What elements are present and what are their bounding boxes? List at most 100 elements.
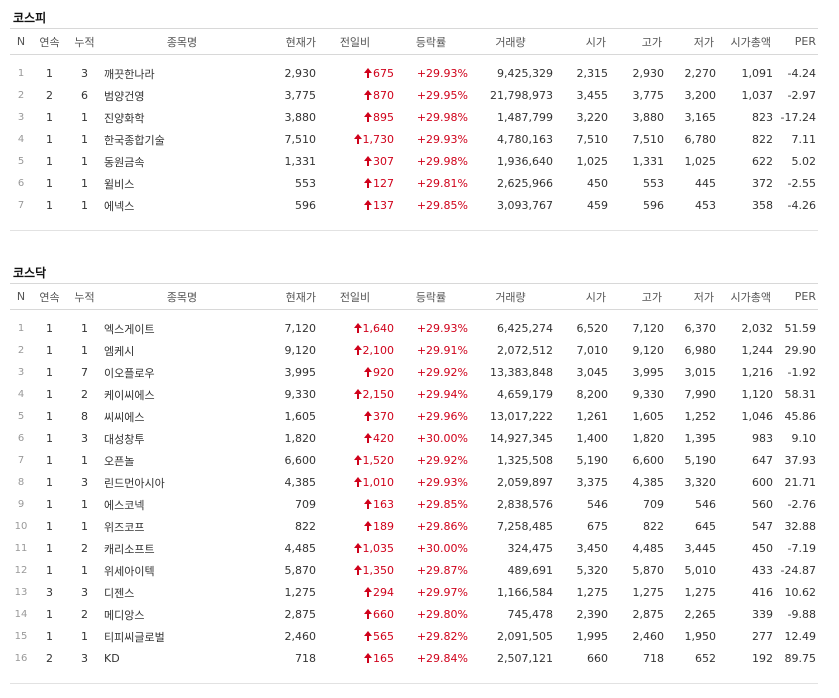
cell-mcap: 2,032: [741, 322, 774, 335]
cell-consec: 1: [46, 322, 53, 335]
cell-rate: +29.82%: [416, 630, 468, 643]
stock-name-link[interactable]: 캐리소프트: [102, 538, 262, 560]
cell-low: 2,270: [684, 67, 717, 80]
stock-name-link[interactable]: 한국종합기술: [102, 129, 262, 151]
cell-cum: 3: [81, 67, 88, 80]
kospi-section: 코스피 N 연속 누적 종목명 현재가 전일비 등락률 거래량 시가 고가 저가 시가총액 PER 11…: [10, 8, 818, 231]
cell-cum: 7: [81, 366, 88, 379]
cell-mcap: 823: [752, 111, 773, 124]
cell-consec: 1: [46, 608, 53, 621]
cell-rate: +29.92%: [416, 454, 468, 467]
cell-cum: 1: [81, 322, 88, 335]
cell-rate: +29.95%: [416, 89, 468, 102]
stock-name-link[interactable]: 진양화학: [102, 107, 262, 129]
cell-n: 3: [17, 112, 25, 123]
cell-mcap: 1,046: [741, 410, 774, 423]
stock-name-link[interactable]: 대성창투: [102, 428, 262, 450]
cell-high: 7,510: [632, 133, 665, 146]
cell-open: 459: [587, 199, 608, 212]
stock-name-link[interactable]: 에스코넥: [102, 494, 262, 516]
stock-name-link[interactable]: KD: [102, 648, 262, 670]
stock-name-link[interactable]: 위즈코프: [102, 516, 262, 538]
stock-name-link[interactable]: 엑스게이트: [102, 318, 262, 340]
stock-name-link[interactable]: 에넥스: [102, 195, 262, 217]
cell-high: 9,120: [632, 344, 665, 357]
cell-n: 14: [14, 609, 28, 620]
cell-open: 5,320: [576, 564, 609, 577]
cell-per: 89.75: [784, 652, 817, 665]
stock-name-link[interactable]: 엠케시: [102, 340, 262, 362]
stock-name-link[interactable]: 디젠스: [102, 582, 262, 604]
cell-change: 420: [316, 428, 394, 450]
column-header: 시가총액: [716, 283, 773, 310]
change-value: 1,730: [362, 133, 395, 146]
up-arrow-icon: [353, 389, 362, 399]
cell-mcap: 358: [752, 199, 773, 212]
cell-change: 2,100: [316, 340, 394, 362]
stock-name-link[interactable]: 린드먼아시아: [102, 472, 262, 494]
cell-price: 3,995: [284, 366, 317, 379]
cell-per: 7.11: [791, 133, 817, 146]
cell-n: 9: [17, 499, 25, 510]
cell-high: 7,120: [632, 322, 665, 335]
up-arrow-icon: [353, 477, 362, 487]
cell-low: 3,165: [684, 111, 717, 124]
table-row: 5 1 1 동원금속 1,331 307 +29.98% 1,936,640 1,025 1,33…: [10, 151, 818, 173]
cell-open: 6,520: [576, 322, 609, 335]
cell-consec: 1: [46, 498, 53, 511]
cell-price: 1,820: [284, 432, 317, 445]
cell-per: 58.31: [784, 388, 817, 401]
cell-per: -1.92: [787, 366, 816, 379]
kosdaq-header-row: N 연속 누적 종목명 현재가 전일비 등락률 거래량 시가 고가 저가 시가총액 PER: [10, 283, 818, 310]
column-header: 시가총액: [716, 28, 773, 55]
cell-open: 660: [587, 652, 608, 665]
stock-name-link[interactable]: 윌비스: [102, 173, 262, 195]
stock-name-link[interactable]: 오픈놀: [102, 450, 262, 472]
stock-name-link[interactable]: 깨끗한나라: [102, 63, 262, 85]
cell-volume: 2,625,966: [497, 177, 553, 190]
cell-open: 546: [587, 498, 608, 511]
change-value: 870: [373, 89, 394, 102]
cell-price: 1,331: [284, 155, 317, 168]
stock-name-link[interactable]: 메디앙스: [102, 604, 262, 626]
cell-price: 3,775: [284, 89, 317, 102]
cell-n: 6: [17, 178, 25, 189]
cell-volume: 489,691: [507, 564, 554, 577]
stock-name-link[interactable]: 이오플로우: [102, 362, 262, 384]
table-row: 2 2 6 범양건영 3,775 870 +29.95% 21,798,973 3,455 3,7…: [10, 85, 818, 107]
up-arrow-icon: [353, 565, 362, 575]
stock-name-link[interactable]: 케이씨에스: [102, 384, 262, 406]
cell-price: 6,600: [284, 454, 317, 467]
cell-rate: +29.94%: [416, 388, 468, 401]
cell-n: 5: [17, 156, 25, 167]
stock-name-link[interactable]: 티피씨글로벌: [102, 626, 262, 648]
cell-open: 3,375: [576, 476, 609, 489]
cell-low: 453: [695, 199, 716, 212]
cell-mcap: 983: [752, 432, 773, 445]
cell-open: 7,510: [576, 133, 609, 146]
cell-n: 5: [17, 411, 25, 422]
cell-change: 870: [316, 85, 394, 107]
stock-name-link[interactable]: 씨씨에스: [102, 406, 262, 428]
change-value: 420: [373, 432, 394, 445]
column-header: 거래량: [468, 28, 553, 55]
cell-n: 7: [17, 455, 25, 466]
cell-rate: +29.97%: [416, 586, 468, 599]
cell-mcap: 1,120: [741, 388, 774, 401]
change-value: 2,100: [362, 344, 395, 357]
cell-volume: 14,927,345: [490, 432, 553, 445]
cell-rate: +30.00%: [416, 542, 468, 555]
cell-consec: 1: [46, 388, 53, 401]
up-arrow-icon: [364, 90, 372, 100]
cell-volume: 4,659,179: [497, 388, 553, 401]
stock-name-link[interactable]: 동원금속: [102, 151, 262, 173]
cell-open: 1,995: [576, 630, 609, 643]
stock-name-link[interactable]: 위세아이텍: [102, 560, 262, 582]
cell-mcap: 339: [752, 608, 773, 621]
cell-per: 29.90: [784, 344, 817, 357]
cell-n: 2: [17, 90, 25, 101]
stock-name-link[interactable]: 범양건영: [102, 85, 262, 107]
cell-change: 565: [316, 626, 394, 648]
cell-cum: 8: [81, 410, 88, 423]
cell-cum: 3: [81, 586, 88, 599]
